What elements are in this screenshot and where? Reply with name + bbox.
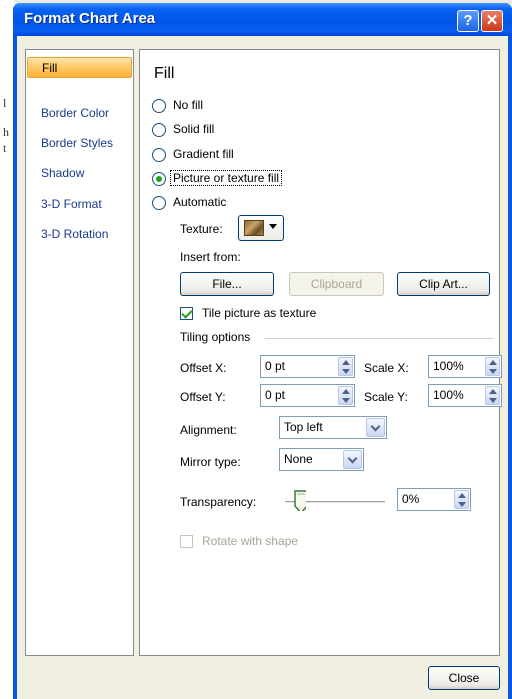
radio-no-fill[interactable] [152, 99, 166, 113]
close-button[interactable]: Close [428, 666, 500, 690]
mirror-type-combo[interactable]: None [279, 448, 364, 471]
combo-button[interactable] [343, 450, 362, 469]
spin-up-icon [342, 360, 350, 365]
tile-picture-label[interactable]: Tile picture as texture [202, 306, 316, 320]
scale-y-spinner[interactable]: 100% [428, 384, 502, 407]
nav-item-border-styles[interactable]: Border Styles [27, 133, 132, 154]
texture-swatch-icon [244, 220, 264, 236]
close-window-button[interactable]: ✕ [481, 10, 503, 32]
spin-down-icon [342, 398, 350, 403]
clipboard-button[interactable]: Clipboard [289, 272, 384, 296]
title-bar[interactable]: Format Chart Area ? ✕ [13, 3, 512, 36]
nav-item-3d-rotation[interactable]: 3-D Rotation [27, 224, 132, 245]
scale-x-value: 100% [433, 359, 464, 373]
spinner-buttons[interactable] [454, 490, 469, 509]
offset-y-label: Offset Y: [180, 390, 226, 404]
radio-label-gradient-fill[interactable]: Gradient fill [173, 147, 234, 161]
clip-art-button[interactable]: Clip Art... [397, 272, 490, 296]
scale-y-label: Scale Y: [364, 390, 408, 404]
category-list: Fill Border Color Border Styles Shadow 3… [25, 49, 134, 656]
offset-x-label: Offset X: [180, 361, 227, 375]
spinner-buttons[interactable] [485, 386, 500, 405]
spinner-buttons[interactable] [338, 386, 353, 405]
nav-item-border-color[interactable]: Border Color [27, 103, 132, 124]
offset-y-value: 0 pt [265, 388, 286, 402]
file-button[interactable]: File... [180, 272, 274, 296]
radio-label-automatic[interactable]: Automatic [173, 195, 226, 209]
transparency-spinner[interactable]: 0% [397, 488, 471, 511]
scale-x-spinner[interactable]: 100% [428, 355, 502, 378]
radio-solid-fill[interactable] [152, 123, 166, 137]
offset-x-spinner[interactable]: 0 pt [260, 355, 355, 378]
background-text-fragment: t [3, 141, 7, 155]
rotate-with-shape-checkbox[interactable] [180, 535, 193, 548]
scale-x-label: Scale X: [364, 361, 409, 375]
radio-automatic[interactable] [152, 196, 166, 210]
mirror-type-value: None [284, 452, 313, 466]
spin-up-icon [489, 389, 497, 394]
alignment-label: Alignment: [180, 423, 237, 437]
dialog-title: Format Chart Area [24, 10, 156, 27]
nav-item-fill[interactable]: Fill [27, 57, 132, 78]
spin-down-icon [489, 369, 497, 374]
radio-label-solid-fill[interactable]: Solid fill [173, 122, 214, 136]
offset-y-spinner[interactable]: 0 pt [260, 384, 355, 407]
radio-gradient-fill[interactable] [152, 148, 166, 162]
offset-x-value: 0 pt [265, 359, 286, 373]
spin-up-icon [489, 360, 497, 365]
mirror-type-label: Mirror type: [180, 455, 241, 469]
radio-label-picture-texture-fill[interactable]: Picture or texture fill [169, 170, 283, 186]
dialog-client-area: Fill Border Color Border Styles Shadow 3… [17, 36, 508, 699]
spin-down-icon [342, 369, 350, 374]
spinner-buttons[interactable] [485, 357, 500, 376]
texture-dropdown[interactable] [238, 215, 284, 241]
chevron-down-icon [370, 421, 381, 432]
dropdown-arrow-icon [269, 224, 277, 229]
section-heading: Fill [154, 65, 175, 82]
nav-item-3d-format[interactable]: 3-D Format [27, 194, 132, 215]
chevron-down-icon [347, 453, 358, 464]
help-button[interactable]: ? [457, 10, 479, 32]
spin-down-icon [489, 398, 497, 403]
format-chart-area-dialog: Format Chart Area ? ✕ Fill Border Color … [13, 3, 512, 699]
rotate-with-shape-label: Rotate with shape [202, 534, 299, 548]
tiling-options-divider [265, 338, 493, 339]
background-text-fragment: h [3, 125, 9, 139]
scale-y-value: 100% [433, 388, 464, 402]
tile-picture-checkbox[interactable] [180, 307, 193, 320]
spin-up-icon [342, 389, 350, 394]
transparency-label: Transparency: [180, 495, 257, 509]
background-text-fragment: l [3, 96, 7, 110]
radio-picture-texture-fill[interactable] [152, 172, 166, 186]
background-app-strip: l h t [0, 0, 14, 699]
nav-item-shadow[interactable]: Shadow [27, 163, 132, 184]
tiling-options-label: Tiling options [180, 330, 251, 344]
combo-button[interactable] [366, 418, 385, 437]
radio-label-no-fill[interactable]: No fill [173, 98, 203, 112]
insert-from-label: Insert from: [180, 250, 241, 264]
alignment-combo[interactable]: Top left [279, 416, 387, 439]
transparency-value: 0% [402, 492, 420, 506]
spin-up-icon [458, 493, 466, 498]
spinner-buttons[interactable] [338, 357, 353, 376]
spin-down-icon [458, 502, 466, 507]
alignment-value: Top left [284, 420, 323, 434]
fill-settings-panel: Fill No fill Solid fill Gradient fill Pi… [139, 49, 502, 656]
texture-label: Texture: [180, 222, 223, 236]
transparency-slider-thumb[interactable] [294, 490, 306, 511]
